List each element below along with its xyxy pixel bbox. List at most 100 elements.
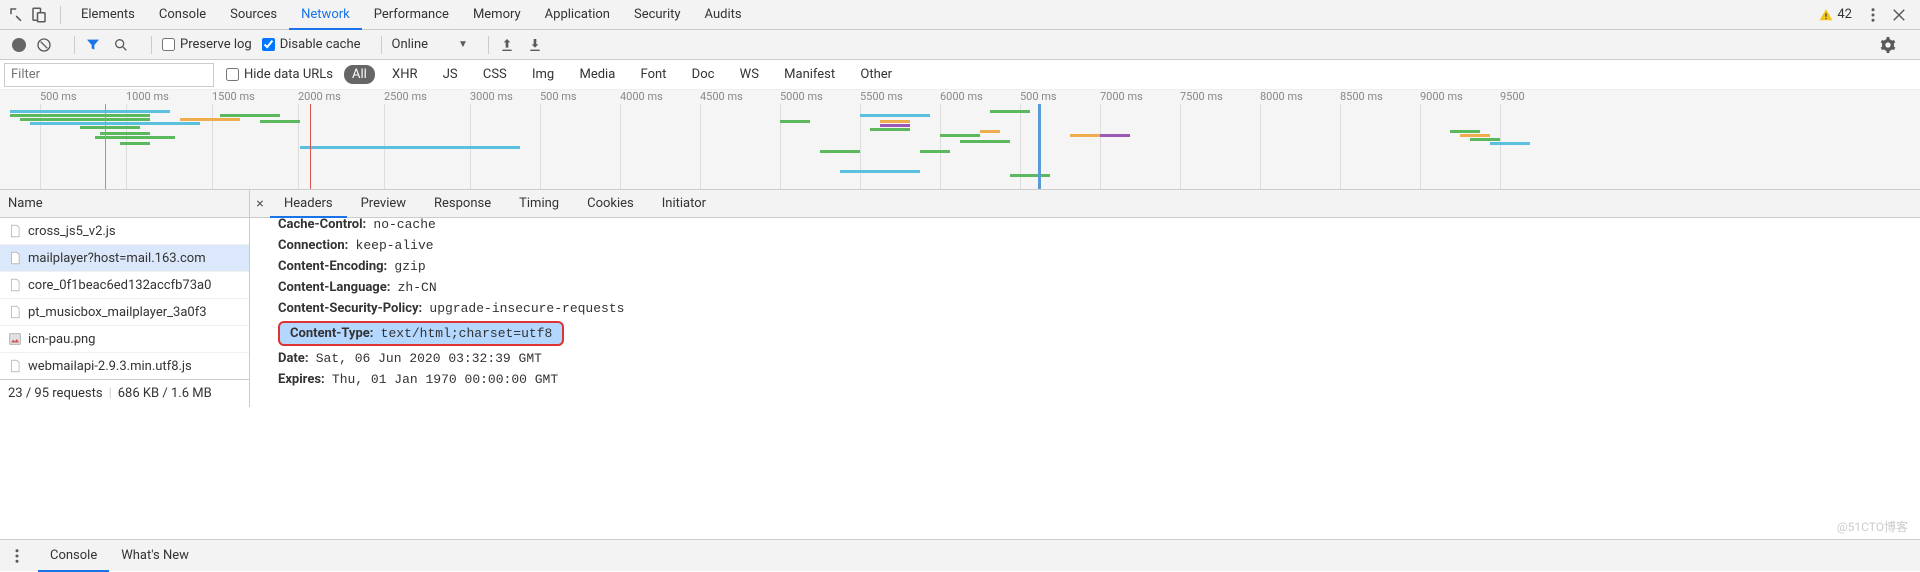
header-row[interactable]: Cache-Control: no-cache [278,218,1920,235]
header-key: Content-Type: [290,326,373,341]
throttling-value: Online [392,37,429,52]
preserve-log-checkbox[interactable]: Preserve log [162,37,252,52]
warnings-badge[interactable]: 42 [1819,7,1852,22]
tab-security[interactable]: Security [622,0,693,30]
timeline-tick: 8500 ms [1340,90,1383,103]
detail-tabs: × Headers Preview Response Timing Cookie… [250,190,1920,218]
settings-icon[interactable] [1880,37,1896,53]
drawer-more-icon[interactable] [8,547,26,565]
drawer-tab-console[interactable]: Console [38,540,109,572]
type-filter-all[interactable]: All [344,65,375,84]
file-icon [8,278,22,292]
request-row[interactable]: icn-pau.png [0,326,249,353]
timeline-right: 500 ms4000 ms4500 ms5000 ms5500 ms6000 m… [540,90,1570,189]
tab-application[interactable]: Application [533,0,622,30]
header-value: no-cache [373,218,435,232]
type-filter-doc[interactable]: Doc [684,65,723,84]
timeline-tick: 1500 ms [212,90,255,103]
header-key: Cache-Control: [278,218,366,232]
detail-tab-headers[interactable]: Headers [270,190,347,218]
timeline-tick: 5500 ms [860,90,903,103]
request-row[interactable]: webmailapi-2.9.3.min.utf8.js [0,353,249,379]
timeline-tick: 7500 ms [1180,90,1223,103]
header-row[interactable]: Connection: keep-alive [278,235,1920,256]
request-row[interactable]: cross_js5_v2.js [0,218,249,245]
type-filter-font[interactable]: Font [633,65,675,84]
device-toolbar-icon[interactable] [30,6,48,24]
header-key: Date: [278,351,309,366]
upload-icon[interactable] [499,37,515,53]
detail-tab-preview[interactable]: Preview [347,190,420,218]
detail-tab-cookies[interactable]: Cookies [573,190,648,218]
inspect-icon[interactable] [8,6,26,24]
header-row[interactable]: Content-Type: text/html;charset=utf8 [278,321,564,346]
filter-bar: Hide data URLs All XHR JS CSS Img Media … [0,60,1920,90]
tab-memory[interactable]: Memory [461,0,533,30]
network-toolbar: Preserve log Disable cache Online ▼ [0,30,1920,60]
header-row[interactable]: Content-Encoding: gzip [278,256,1920,277]
tab-audits[interactable]: Audits [693,0,754,30]
tab-console[interactable]: Console [147,0,218,30]
more-icon[interactable] [1864,6,1882,24]
header-row[interactable]: Content-Security-Policy: upgrade-insecur… [278,298,1920,319]
status-transferred: 686 KB / 1.6 MB [118,386,212,401]
hide-data-urls-checkbox[interactable]: Hide data URLs [226,67,333,82]
close-detail-button[interactable]: × [250,196,270,212]
request-name: cross_js5_v2.js [28,224,116,239]
header-value: Thu, 01 Jan 1970 00:00:00 GMT [332,372,558,387]
tab-elements[interactable]: Elements [69,0,147,30]
download-icon[interactable] [527,37,543,53]
type-filter-css[interactable]: CSS [475,65,515,84]
request-row[interactable]: mailplayer?host=mail.163.com [0,245,249,272]
timeline-tick: 500 ms [1020,90,1057,103]
file-icon [8,305,22,319]
separator [151,36,152,54]
type-filter-img[interactable]: Img [524,65,562,84]
timeline-tick: 7000 ms [1100,90,1143,103]
timeline-overview[interactable]: 500 ms1000 ms1500 ms2000 ms2500 ms3000 m… [0,90,1920,190]
header-value: gzip [394,259,425,274]
disable-cache-label: Disable cache [280,37,361,52]
type-filter-xhr[interactable]: XHR [384,65,425,84]
throttling-select[interactable]: Online ▼ [392,37,468,52]
filter-icon[interactable] [85,37,101,53]
type-filter-ws[interactable]: WS [732,65,767,84]
filter-input[interactable] [4,63,214,87]
request-name: pt_musicbox_mailplayer_3a0f3 [28,305,207,320]
detail-tab-timing[interactable]: Timing [505,190,573,218]
tab-performance[interactable]: Performance [362,0,461,30]
detail-tab-response[interactable]: Response [420,190,505,218]
request-list: cross_js5_v2.js mailplayer?host=mail.163.… [0,218,249,379]
separator [381,36,382,54]
header-value: text/html;charset=utf8 [381,326,553,341]
tab-network[interactable]: Network [289,0,362,30]
type-filter-other[interactable]: Other [852,65,900,84]
request-row[interactable]: core_0f1beac6ed132accfb73a0 [0,272,249,299]
separator [74,36,75,54]
header-row[interactable]: Date: Sat, 06 Jun 2020 03:32:39 GMT [278,348,1920,369]
type-filter-manifest[interactable]: Manifest [776,65,843,84]
record-button[interactable] [12,38,26,52]
detail-tab-initiator[interactable]: Initiator [648,190,720,218]
header-row[interactable]: Expires: Thu, 01 Jan 1970 00:00:00 GMT [278,369,1920,390]
timeline-tick: 6000 ms [940,90,983,103]
search-icon[interactable] [113,37,129,53]
clear-icon[interactable] [36,37,52,53]
timeline-tick: 5000 ms [780,90,823,103]
header-value: upgrade-insecure-requests [429,301,624,316]
type-filter-js[interactable]: JS [435,65,466,84]
request-row[interactable]: pt_musicbox_mailplayer_3a0f3 [0,299,249,326]
tab-sources[interactable]: Sources [218,0,289,30]
close-icon[interactable] [1890,6,1908,24]
timeline-tick: 8000 ms [1260,90,1303,103]
chevron-down-icon: ▼ [458,39,468,50]
column-header-name[interactable]: Name [0,190,249,218]
timeline-tick: 9500 [1500,90,1525,103]
separator [60,6,61,24]
type-filter-media[interactable]: Media [571,65,623,84]
disable-cache-checkbox[interactable]: Disable cache [262,37,361,52]
header-row[interactable]: Content-Language: zh-CN [278,277,1920,298]
main-toolbar: Elements Console Sources Network Perform… [0,0,1920,30]
timeline-tick: 4500 ms [700,90,743,103]
drawer-tab-whatsnew[interactable]: What's New [109,540,201,572]
